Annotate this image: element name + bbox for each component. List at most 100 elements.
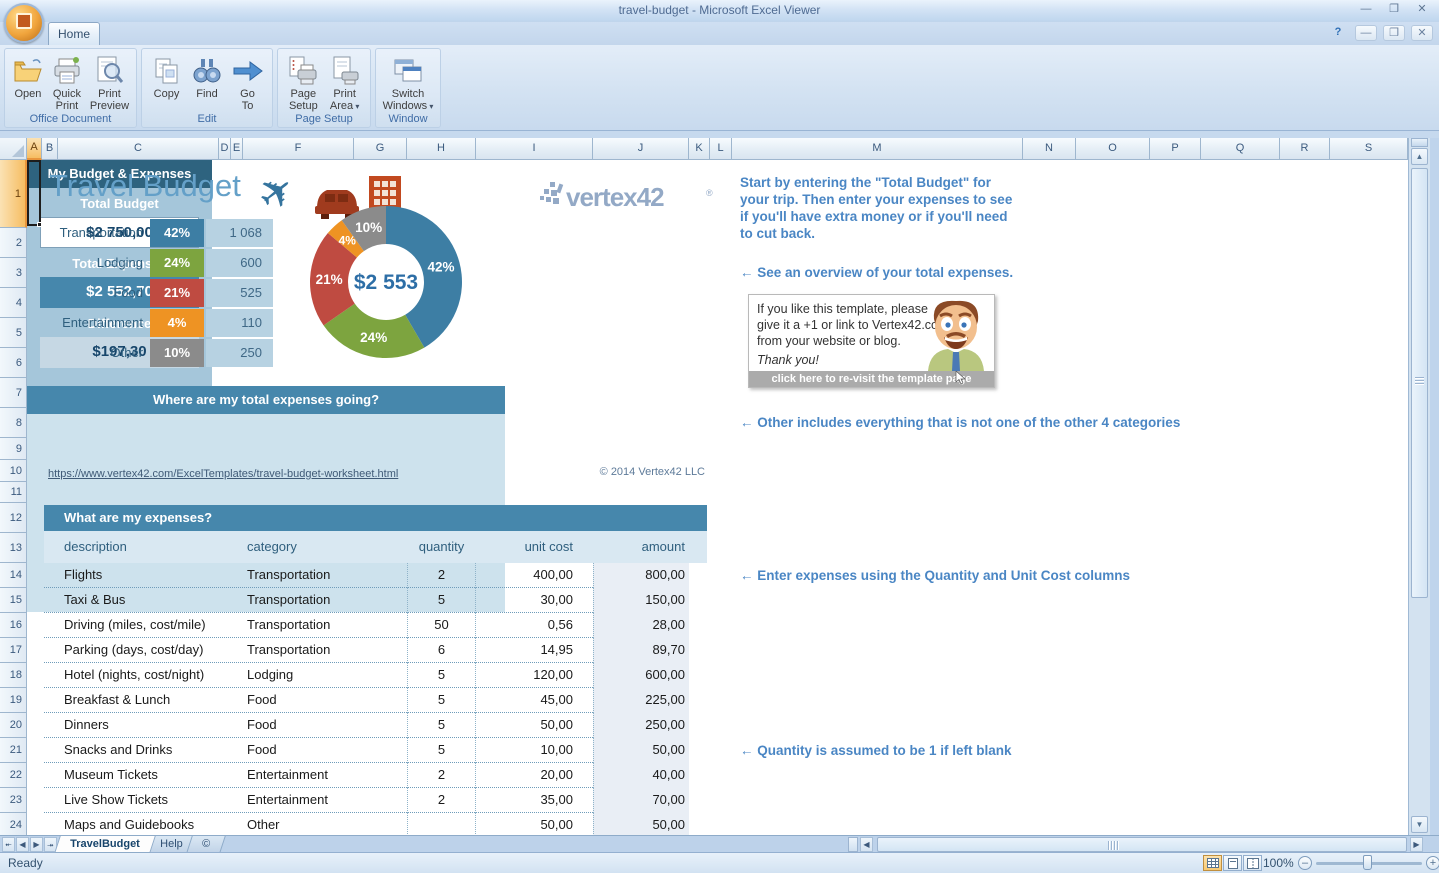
cell-amount[interactable]: 28,00: [593, 613, 689, 638]
cell-description[interactable]: Driving (miles, cost/mile): [64, 613, 244, 638]
column-header-G[interactable]: G: [354, 138, 407, 160]
cell-unit-cost[interactable]: 400,00: [476, 563, 593, 588]
cell-quantity[interactable]: 5: [407, 688, 476, 713]
find-button[interactable]: Find: [191, 53, 223, 100]
row-header-3[interactable]: 3: [0, 258, 27, 288]
prev-sheet-icon[interactable]: ◀: [16, 837, 29, 852]
cell-amount[interactable]: 800,00: [593, 563, 689, 588]
row-header-11[interactable]: 11: [0, 482, 27, 503]
zoom-out-icon[interactable]: –: [1298, 856, 1312, 870]
cell-unit-cost[interactable]: 10,00: [476, 738, 593, 763]
first-sheet-icon[interactable]: ⯬: [2, 837, 15, 852]
restore-icon[interactable]: ❐: [1381, 2, 1407, 17]
tab-home[interactable]: Home: [48, 22, 100, 45]
help-icon[interactable]: ?: [1327, 25, 1349, 41]
cell-quantity[interactable]: 2: [407, 788, 476, 813]
close-icon[interactable]: ✕: [1409, 2, 1435, 17]
row-header-20[interactable]: 20: [0, 713, 27, 738]
cell-category[interactable]: Food: [247, 713, 397, 738]
cell-amount[interactable]: 50,00: [593, 738, 689, 763]
open-button[interactable]: Open: [12, 53, 44, 100]
cell-unit-cost[interactable]: 45,00: [476, 688, 593, 713]
cell-unit-cost[interactable]: 20,00: [476, 763, 593, 788]
cell-description[interactable]: Maps and Guidebooks: [64, 813, 244, 835]
category-percent-cell[interactable]: 42%: [150, 219, 204, 247]
workbook-close-icon[interactable]: ✕: [1411, 25, 1433, 41]
cell-quantity[interactable]: 6: [407, 638, 476, 663]
cell-description[interactable]: Flights: [64, 563, 244, 588]
cell-unit-cost[interactable]: 120,00: [476, 663, 593, 688]
column-header-K[interactable]: K: [689, 138, 710, 160]
row-header-9[interactable]: 9: [0, 438, 27, 460]
vertex42-ad-box[interactable]: If you like this template, please give i…: [748, 294, 995, 388]
cell-unit-cost[interactable]: 0,56: [476, 613, 593, 638]
column-header-N[interactable]: N: [1023, 138, 1076, 160]
active-cell-selection[interactable]: [27, 160, 41, 226]
row-header-17[interactable]: 17: [0, 638, 27, 663]
quick-print-button[interactable]: Quick Print: [51, 53, 83, 112]
cell-category[interactable]: Transportation: [247, 638, 397, 663]
category-value-cell[interactable]: 110: [206, 309, 273, 337]
minimize-icon[interactable]: —: [1353, 2, 1379, 17]
go-to-button[interactable]: Go To: [232, 53, 264, 112]
cell-category[interactable]: Entertainment: [247, 763, 397, 788]
next-sheet-icon[interactable]: ▶: [30, 837, 43, 852]
cell-amount[interactable]: 150,00: [593, 588, 689, 613]
scroll-left-icon[interactable]: ◀: [860, 837, 873, 852]
cell-amount[interactable]: 70,00: [593, 788, 689, 813]
cell-description[interactable]: Taxi & Bus: [64, 588, 244, 613]
cell-description[interactable]: Museum Tickets: [64, 763, 244, 788]
sheet-tab-[interactable]: ©: [187, 836, 227, 853]
zoom-slider-handle[interactable]: [1363, 855, 1372, 870]
cell-category[interactable]: Entertainment: [247, 788, 397, 813]
cell-unit-cost[interactable]: 50,00: [476, 813, 593, 835]
scroll-right-icon[interactable]: ▶: [1410, 837, 1423, 852]
row-header-18[interactable]: 18: [0, 663, 27, 688]
cell-quantity[interactable]: 5: [407, 738, 476, 763]
row-header-22[interactable]: 22: [0, 763, 27, 788]
cell-category[interactable]: Lodging: [247, 663, 397, 688]
cell-unit-cost[interactable]: 50,00: [476, 713, 593, 738]
scroll-down-icon[interactable]: ▼: [1411, 816, 1428, 833]
template-link[interactable]: https://www.vertex42.com/ExcelTemplates/…: [48, 468, 398, 480]
workbook-minimize-icon[interactable]: —: [1355, 25, 1377, 41]
workbook-restore-icon[interactable]: ❐: [1383, 25, 1405, 41]
horizontal-scroll-thumb[interactable]: [877, 837, 1407, 852]
column-header-L[interactable]: L: [710, 138, 732, 160]
row-header-23[interactable]: 23: [0, 788, 27, 813]
column-header-M[interactable]: M: [732, 138, 1023, 160]
office-button[interactable]: [4, 3, 44, 43]
page-setup-button[interactable]: Page Setup: [287, 53, 319, 112]
normal-view-icon[interactable]: [1203, 855, 1222, 871]
category-value-cell[interactable]: 1 068: [206, 219, 273, 247]
row-header-13[interactable]: 13: [0, 533, 27, 563]
select-all-corner[interactable]: [0, 138, 27, 160]
print-area-button[interactable]: Print Area ▾: [329, 53, 361, 113]
horizontal-scrollbar[interactable]: ◀ ▶: [848, 837, 1425, 852]
row-header-4[interactable]: 4: [0, 288, 27, 318]
cell-description[interactable]: Parking (days, cost/day): [64, 638, 244, 663]
cell-category[interactable]: Food: [247, 688, 397, 713]
cell-amount[interactable]: 50,00: [593, 813, 689, 835]
column-header-D[interactable]: D: [219, 138, 231, 160]
cell-amount[interactable]: 40,00: [593, 763, 689, 788]
cell-quantity[interactable]: 50: [407, 613, 476, 638]
row-header-7[interactable]: 7: [0, 378, 27, 408]
cell-amount[interactable]: 250,00: [593, 713, 689, 738]
row-header-8[interactable]: 8: [0, 408, 27, 438]
scroll-up-icon[interactable]: ▲: [1411, 148, 1428, 165]
sheet-tab-travelbudget[interactable]: TravelBudget: [54, 836, 155, 853]
expenses-donut-chart[interactable]: 42%24%21%4%10%$2 553: [297, 194, 475, 372]
category-percent-cell[interactable]: 10%: [150, 339, 204, 367]
category-value-cell[interactable]: 250: [206, 339, 273, 367]
cell-quantity[interactable]: 5: [407, 588, 476, 613]
column-header-R[interactable]: R: [1280, 138, 1330, 160]
category-percent-cell[interactable]: 24%: [150, 249, 204, 277]
column-header-Q[interactable]: Q: [1201, 138, 1280, 160]
cell-quantity[interactable]: 2: [407, 563, 476, 588]
cell-category[interactable]: Transportation: [247, 563, 397, 588]
row-header-5[interactable]: 5: [0, 318, 27, 348]
cell-description[interactable]: Snacks and Drinks: [64, 738, 244, 763]
row-header-24[interactable]: 24: [0, 813, 27, 835]
category-percent-cell[interactable]: 4%: [150, 309, 204, 337]
